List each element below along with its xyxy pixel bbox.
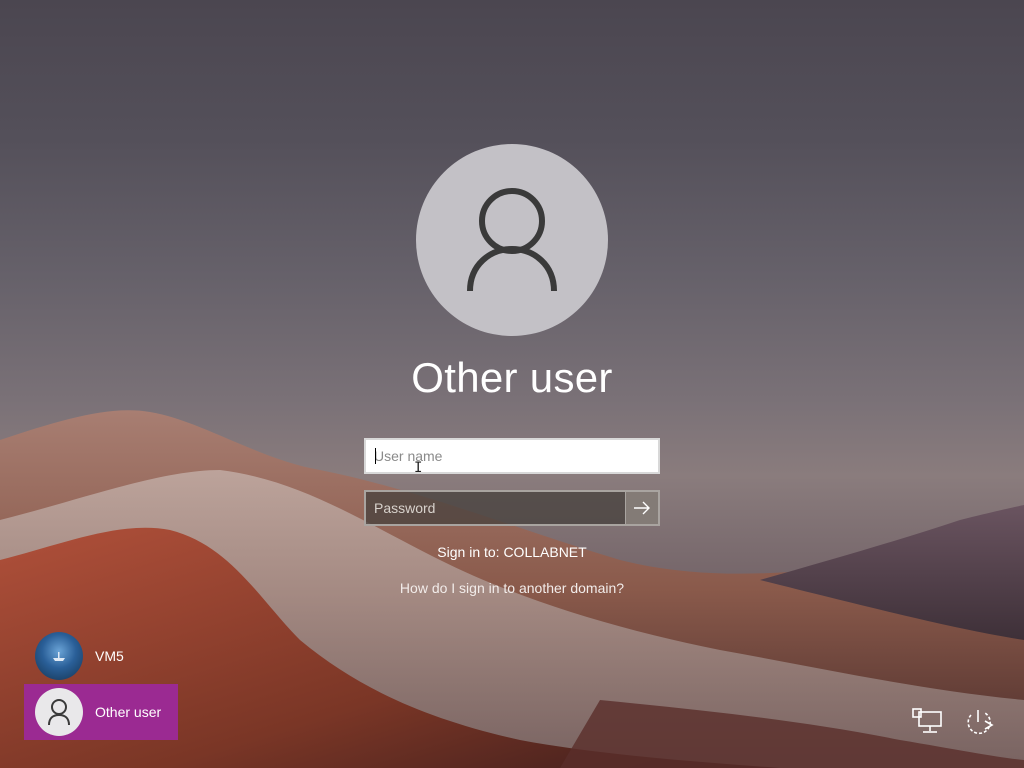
domain-help-link[interactable]: How do I sign in to another domain?: [312, 580, 712, 596]
password-field-wrapper: [364, 490, 660, 526]
user-list-item-label: VM5: [95, 648, 124, 664]
vm5-avatar-icon: [35, 632, 83, 680]
text-caret: [375, 448, 376, 464]
arrow-right-icon: [634, 501, 650, 515]
power-button[interactable]: [962, 706, 996, 738]
lock-screen: Other user I Sign in to: COLLABNET How d…: [0, 0, 1024, 768]
user-avatar-large: [416, 144, 608, 336]
user-list-item-other-user[interactable]: Other user: [24, 684, 178, 740]
username-field-wrapper: I: [364, 438, 660, 476]
username-input[interactable]: [366, 440, 658, 472]
user-list-item-label: Other user: [95, 704, 162, 720]
sign-in-domain-text: Sign in to: COLLABNET: [437, 544, 587, 560]
network-button[interactable]: [910, 706, 944, 738]
system-buttons: [910, 706, 996, 738]
person-icon: [35, 688, 83, 736]
person-icon: [467, 188, 557, 292]
power-icon: [967, 710, 994, 735]
user-list: VM5 Other user: [24, 628, 178, 740]
user-list-item-vm5[interactable]: VM5: [24, 628, 178, 684]
page-title: Other user: [411, 354, 613, 401]
mouse-ibeam-cursor: I: [414, 460, 423, 476]
network-icon: [912, 708, 942, 733]
submit-button[interactable]: [625, 492, 658, 524]
password-input[interactable]: [366, 492, 625, 524]
